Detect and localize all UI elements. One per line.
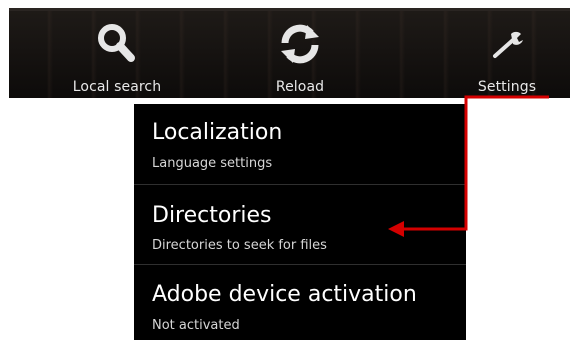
local-search-button[interactable]: Local search [47,11,187,101]
settings-label: Settings [477,79,537,95]
menu-item-title: Adobe device activation [152,282,417,307]
local-search-label: Local search [72,79,162,95]
search-icon [94,21,140,67]
menu-item-subtitle: Directories to seek for files [152,238,327,253]
reload-icon [277,21,323,67]
menu-item-title: Directories [152,203,272,228]
menu-item-adobe-activation[interactable]: Adobe device activation Not activated [134,265,466,345]
menu-item-subtitle: Not activated [152,318,240,333]
settings-menu: Localization Language settings Directori… [134,104,466,340]
wrench-icon [484,21,530,67]
menu-item-subtitle: Language settings [152,156,273,171]
menu-item-title: Localization [152,120,283,145]
menu-item-localization[interactable]: Localization Language settings [134,104,466,184]
action-bar: Local search Reload Settings [9,8,570,98]
settings-button[interactable]: Settings [437,11,577,101]
reload-label: Reload [275,79,325,95]
reload-button[interactable]: Reload [230,11,370,101]
menu-item-directories[interactable]: Directories Directories to seek for file… [134,185,466,265]
